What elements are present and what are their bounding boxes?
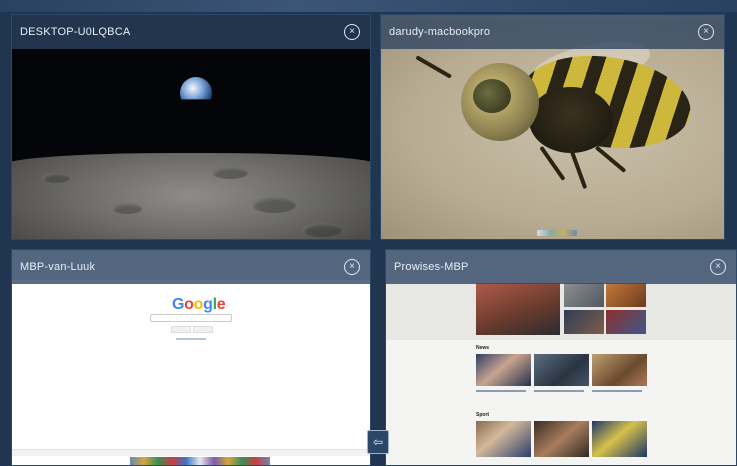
news-article-image: [592, 354, 647, 386]
panel-title: MBP-van-Luuk: [20, 261, 96, 273]
top-strip: [0, 0, 737, 12]
crater: [212, 167, 248, 179]
remote-screen-prowises-mbp[interactable]: News Sport Prowises-MBP ×: [385, 249, 737, 466]
headline-text: [592, 390, 642, 392]
lucky-button: [193, 326, 213, 333]
search-button: [171, 326, 191, 333]
news-thumb: [564, 283, 604, 307]
sport-article-image: [476, 421, 531, 457]
sport-article-image: [534, 421, 589, 457]
crater: [42, 173, 70, 183]
page-footer: [12, 449, 370, 456]
remote-screen-darudy-macbookpro[interactable]: darudy-macbookpro ×: [380, 14, 725, 240]
panel-title: darudy-macbookpro: [389, 26, 491, 38]
close-icon[interactable]: ×: [698, 24, 714, 40]
language-links: [176, 338, 206, 340]
close-icon[interactable]: ×: [344, 24, 360, 40]
google-logo: Google: [172, 296, 226, 313]
panel-titlebar: MBP-van-Luuk ×: [12, 250, 370, 284]
crater: [112, 203, 142, 214]
crater: [252, 197, 296, 213]
mac-dock: [537, 230, 577, 236]
sport-article-image: [592, 421, 647, 457]
close-icon[interactable]: ×: [710, 259, 726, 275]
news-thumb: [606, 283, 646, 307]
moon-surface-image: [12, 153, 370, 239]
section-heading-sport: Sport: [476, 412, 490, 418]
headline-text: [476, 390, 526, 392]
close-icon[interactable]: ×: [344, 259, 360, 275]
news-article-image: [534, 354, 589, 386]
panel-titlebar: darudy-macbookpro ×: [381, 15, 724, 49]
exit-icon[interactable]: ⇦: [367, 430, 389, 454]
news-thumb: [564, 310, 604, 334]
news-thumb: [606, 310, 646, 334]
news-lead-image: [476, 283, 560, 335]
crater: [302, 223, 342, 237]
remote-screen-desktop-u0lqbca[interactable]: DESKTOP-U0LQBCA ×: [11, 14, 371, 240]
news-article-image: [476, 354, 531, 386]
wasp-eye: [473, 79, 511, 113]
remote-screen-mbp-van-luuk[interactable]: Google MBP-van-Luuk ×: [11, 249, 371, 466]
mac-dock: [130, 457, 270, 465]
panel-title: DESKTOP-U0LQBCA: [20, 26, 131, 38]
panel-titlebar: Prowises-MBP ×: [386, 250, 736, 284]
search-box: [150, 314, 232, 322]
wasp-thorax: [529, 87, 613, 153]
section-heading-news: News: [476, 345, 490, 351]
panel-title: Prowises-MBP: [394, 261, 469, 273]
headline-text: [534, 390, 584, 392]
panel-titlebar: DESKTOP-U0LQBCA ×: [12, 15, 370, 49]
news-hero-band: [386, 280, 736, 340]
